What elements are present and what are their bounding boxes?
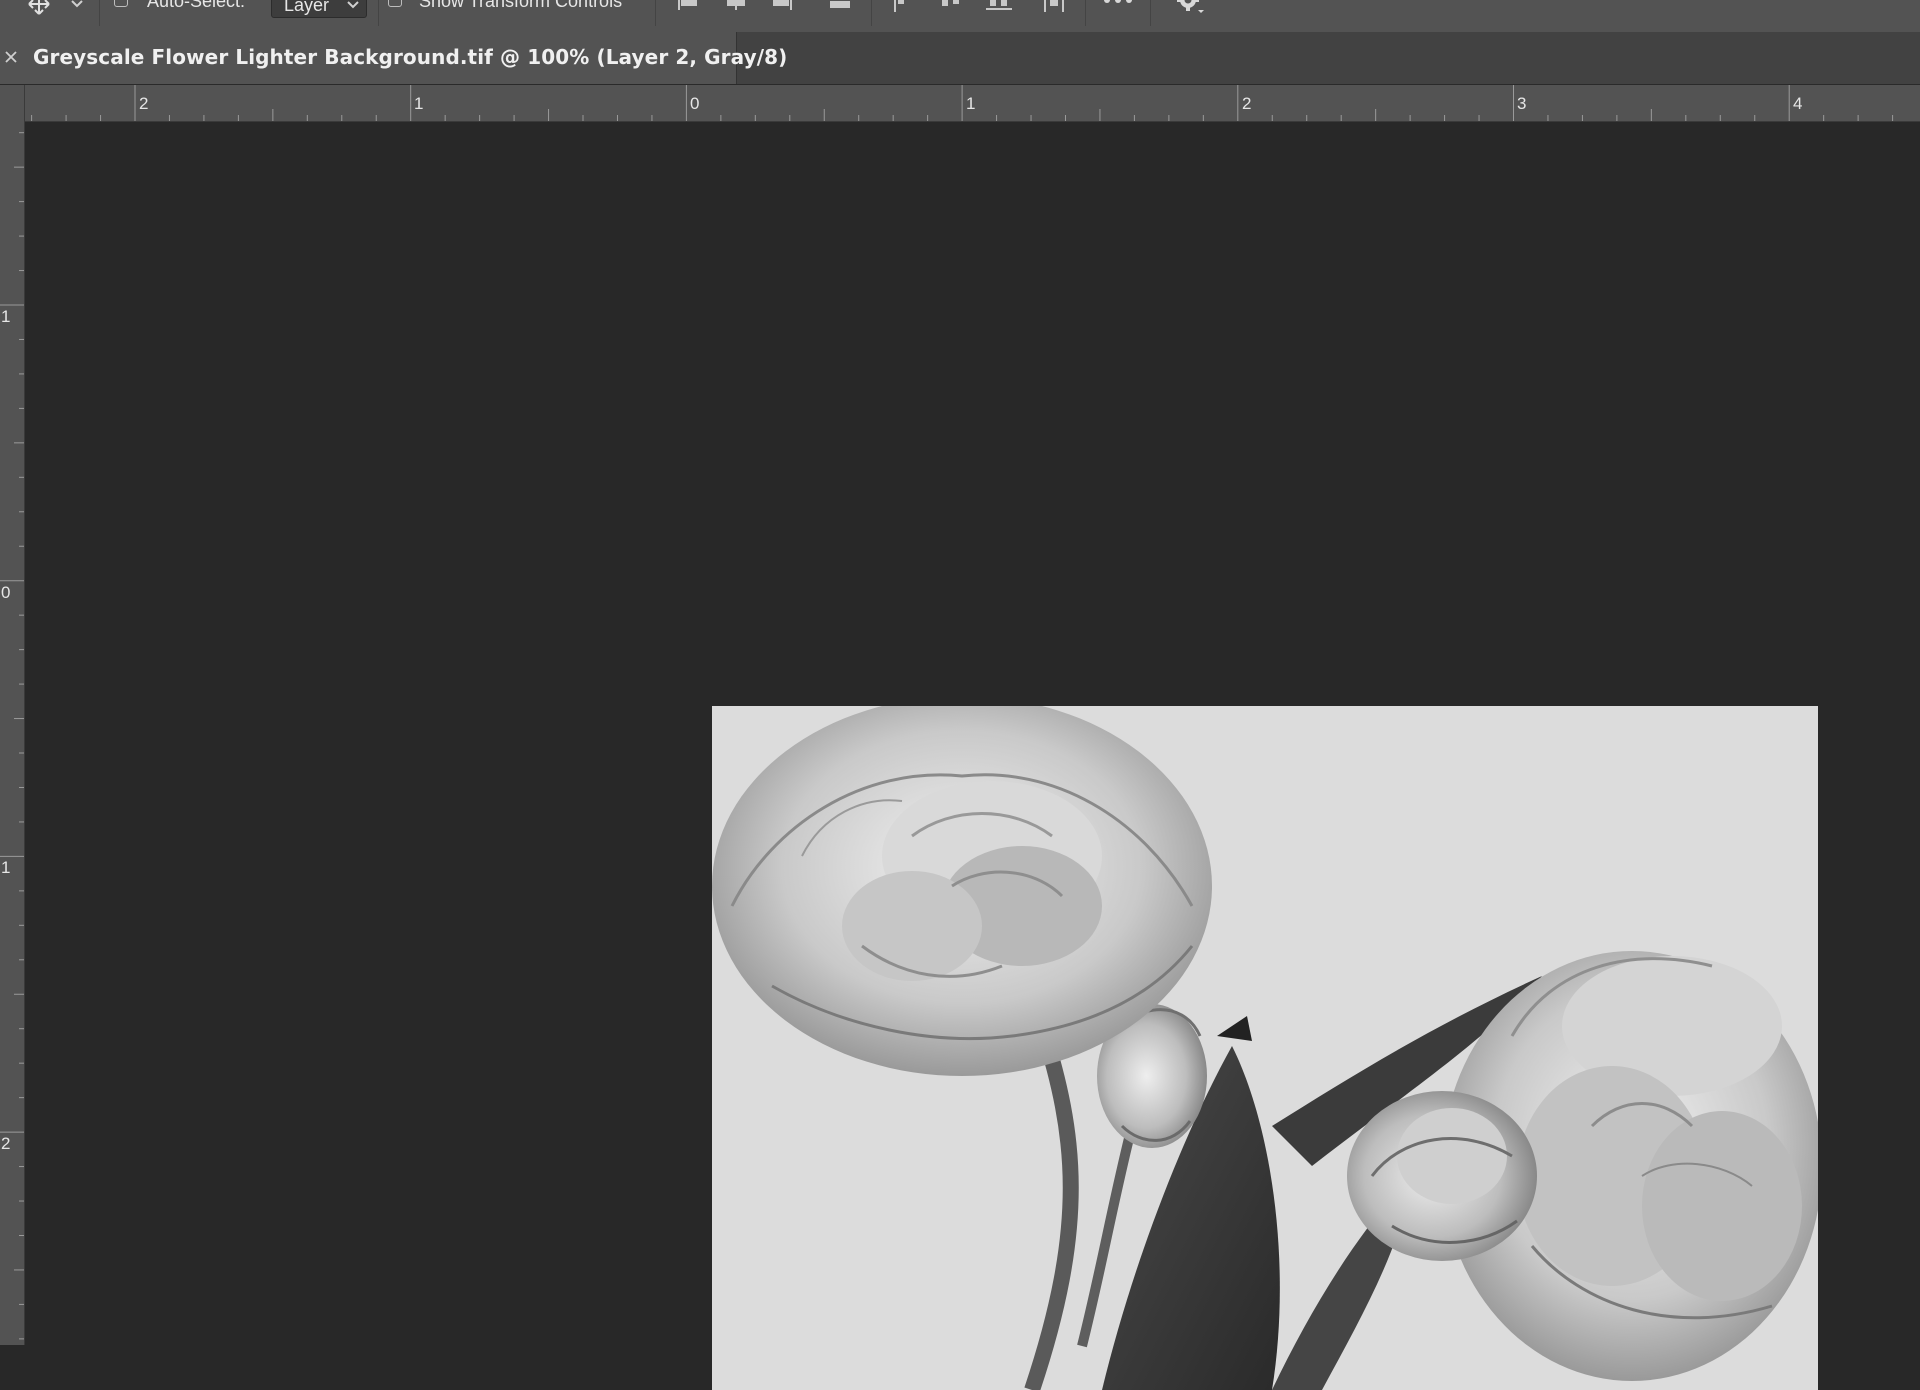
document-canvas[interactable] [712,706,1818,1390]
show-transform-checkbox-box[interactable] [388,0,402,7]
ruler-left-label: 1 [1,858,11,877]
flower-image [712,706,1818,1390]
distribute-horizontal-centers-icon[interactable] [938,0,964,19]
ruler-top-label: 3 [1517,94,1527,113]
distribute-left-icon[interactable] [892,0,916,19]
align-top-edges-icon[interactable] [826,0,854,19]
ruler-top-label: 2 [139,94,149,113]
move-tool-icon[interactable] [24,0,54,21]
document-tab-bar: Greyscale Flower Lighter Background.tif … [0,32,1920,85]
show-transform-controls-label: Show Transform Controls [419,0,623,11]
distribute-horizontal-spacing-icon[interactable] [1042,0,1066,19]
ruler-left-label: 2 [1,1134,11,1153]
show-transform-controls-checkbox[interactable] [388,0,402,7]
ruler-top-label: 1 [414,94,424,113]
gear-icon[interactable] [1174,0,1206,25]
auto-select-dropdown[interactable]: Layer [271,0,367,18]
options-bar: Auto-Select: Layer Show Transform Contro… [0,0,1920,33]
canvas-workspace[interactable] [25,122,1920,1390]
more-options-icon[interactable] [1102,0,1134,11]
document-tab-title: Greyscale Flower Lighter Background.tif … [33,45,788,69]
chevron-down-icon [347,1,359,9]
ruler-origin-corner[interactable] [0,85,25,122]
auto-select-label: Auto-Select: [147,0,246,11]
ruler-top-label: 0 [690,94,700,113]
horizontal-ruler-ticks [31,85,1894,121]
ruler-left-label: 0 [1,583,11,602]
distribute-bottom-icon[interactable] [986,0,1012,19]
ruler-top-label: 2 [1242,94,1252,113]
document-tab[interactable]: Greyscale Flower Lighter Background.tif … [0,32,787,84]
vertical-ruler[interactable]: 1 0 1 2 [0,121,25,1345]
ruler-top-label: 1 [966,94,976,113]
ruler-top-label: 4 [1793,94,1803,113]
horizontal-ruler[interactable]: 2 1 0 1 2 3 4 [0,85,1920,122]
align-right-edges-icon[interactable] [770,0,794,19]
auto-select-checkbox-box[interactable] [114,0,128,7]
tool-preset-chevron-down-icon[interactable] [70,0,84,14]
align-left-edges-icon[interactable] [676,0,700,19]
ruler-left-label: 1 [1,307,11,326]
close-icon[interactable] [2,48,20,66]
auto-select-value: Layer [284,0,330,15]
auto-select-checkbox[interactable] [114,0,128,7]
vertical-ruler-ticks [0,132,24,1340]
align-horizontal-centers-icon[interactable] [724,0,748,19]
